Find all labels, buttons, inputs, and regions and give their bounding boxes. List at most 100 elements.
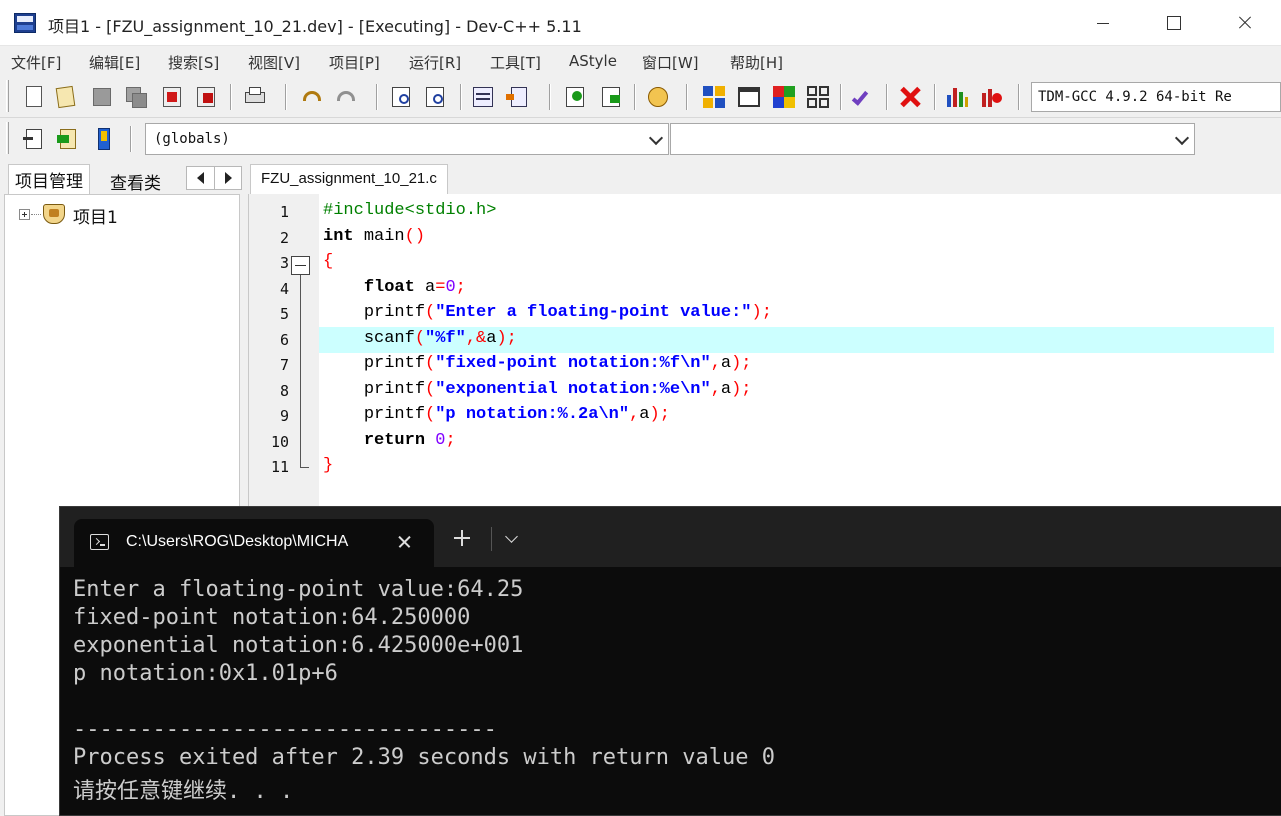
console-separator-line: -------------------------------- <box>73 717 497 742</box>
stop-execution-icon[interactable] <box>898 85 922 109</box>
chevron-down-icon <box>1174 130 1190 146</box>
unindent-icon[interactable] <box>505 85 529 109</box>
delete-profile-icon[interactable] <box>980 85 1004 109</box>
scope-combo[interactable]: (globals) <box>145 123 669 155</box>
line-number: 8 <box>279 382 289 400</box>
console-output-line: Enter a floating-point value:64.25 <box>73 577 524 602</box>
goto-declaration-icon[interactable] <box>22 127 46 151</box>
code-line: #include<stdio.h> <box>323 201 497 220</box>
console-tab-title: C:\Users\ROG\Desktop\MICHA <box>126 533 349 550</box>
tree-connector <box>31 214 41 215</box>
fold-guide-end <box>300 467 309 468</box>
project-icon <box>41 202 67 226</box>
tab-project-manager[interactable]: 项目管理 <box>8 164 90 194</box>
expand-icon[interactable] <box>19 209 30 220</box>
code-line: printf("exponential notation:%e\n",a); <box>363 380 752 399</box>
line-number: 1 <box>279 203 289 221</box>
console-tab-bar: C:\Users\ROG\Desktop\MICHA <box>60 507 1281 567</box>
compile-icon[interactable] <box>702 85 726 109</box>
redo-icon[interactable] <box>334 85 358 109</box>
line-number: 5 <box>279 305 289 323</box>
toolbar-separator <box>934 84 936 110</box>
menu-help[interactable]: 帮助[H] <box>730 52 783 73</box>
add-to-project-icon[interactable] <box>564 85 588 109</box>
toolbar-separator <box>230 84 232 110</box>
editor-tab-bar: FZU_assignment_10_21.c <box>248 160 1281 194</box>
menu-project[interactable]: 项目[P] <box>329 52 380 73</box>
code-line: printf("fixed-point notation:%f\n",a); <box>363 354 752 373</box>
fold-collapse-icon[interactable] <box>291 256 310 275</box>
code-line: { <box>323 252 334 271</box>
console-output-line: p notation:0x1.01p+6 <box>73 661 338 686</box>
console-output-line: fixed-point notation:64.250000 <box>73 605 471 630</box>
panel-tab-scroller[interactable] <box>186 166 242 190</box>
replace-icon[interactable] <box>424 85 448 109</box>
line-number: 4 <box>279 280 289 298</box>
member-combo[interactable] <box>670 123 1195 155</box>
menu-astyle[interactable]: AStyle <box>569 52 617 70</box>
maximize-button[interactable] <box>1138 0 1208 46</box>
indent-icon[interactable] <box>471 85 495 109</box>
code-line: } <box>323 456 334 475</box>
menu-window[interactable]: 窗口[W] <box>642 52 699 73</box>
toolbar-separator <box>460 84 462 110</box>
line-number: 6 <box>279 331 289 349</box>
syntax-check-icon[interactable] <box>851 85 876 109</box>
new-tab-plus-icon[interactable] <box>454 529 472 547</box>
menu-run[interactable]: 运行[R] <box>409 52 461 73</box>
toolbar-separator <box>686 84 688 110</box>
menu-tools[interactable]: 工具[T] <box>490 52 541 73</box>
console-press-any-key: 请按任意键继续. . . <box>73 779 294 804</box>
close-button[interactable] <box>1209 0 1279 46</box>
compile-run-icon[interactable] <box>772 85 796 109</box>
tab-class-browser[interactable]: 查看类 <box>104 167 167 197</box>
menu-view[interactable]: 视图[V] <box>248 52 300 73</box>
save-icon[interactable] <box>90 85 114 109</box>
code-line: return 0; <box>363 431 456 450</box>
toolbar-separator <box>1018 84 1020 110</box>
rebuild-all-icon[interactable] <box>806 85 830 109</box>
code-line: scanf("%f",&a); <box>363 329 517 348</box>
close-file-icon[interactable] <box>160 85 184 109</box>
tab-divider <box>491 527 492 551</box>
print-icon[interactable] <box>243 85 267 109</box>
save-all-icon[interactable] <box>124 85 148 109</box>
goto-definition-icon[interactable] <box>56 127 80 151</box>
close-icon[interactable] <box>394 531 416 553</box>
tree-item-project1[interactable]: 项目1 <box>73 203 118 228</box>
run-icon[interactable] <box>737 85 761 109</box>
chevron-down-icon[interactable] <box>505 530 518 543</box>
arrow-left-icon[interactable] <box>197 172 204 184</box>
line-number: 10 <box>270 433 289 451</box>
arrow-right-icon[interactable] <box>225 172 232 184</box>
minimize-button[interactable] <box>1068 0 1138 46</box>
open-file-icon[interactable] <box>54 85 78 109</box>
menu-search[interactable]: 搜索[S] <box>168 52 219 73</box>
console-output-line: exponential notation:6.425000e+001 <box>73 633 524 658</box>
toolbar-grip[interactable] <box>6 80 9 112</box>
terminal-icon <box>90 534 109 550</box>
line-number: 3 <box>279 254 289 272</box>
console-tab[interactable]: C:\Users\ROG\Desktop\MICHA <box>74 519 434 567</box>
console-exit-status: Process exited after 2.39 seconds with r… <box>73 745 775 770</box>
menu-edit[interactable]: 编辑[E] <box>89 52 140 73</box>
fold-guide <box>300 275 301 468</box>
close-all-icon[interactable] <box>195 85 219 109</box>
undo-icon[interactable] <box>300 85 324 109</box>
project-options-icon[interactable] <box>646 85 670 109</box>
menu-file[interactable]: 文件[F] <box>11 52 61 73</box>
toolbar-grip[interactable] <box>6 122 9 154</box>
scope-combo-value: (globals) <box>154 131 230 147</box>
tab-source-file[interactable]: FZU_assignment_10_21.c <box>250 164 448 194</box>
toolbar-separator <box>634 84 636 110</box>
new-file-icon[interactable] <box>22 85 46 109</box>
profile-icon[interactable] <box>945 85 969 109</box>
console-window: C:\Users\ROG\Desktop\MICHA Enter a float… <box>59 506 1281 816</box>
find-icon[interactable] <box>390 85 414 109</box>
window-title: 项目1 - [FZU_assignment_10_21.dev] - [Exec… <box>48 17 582 36</box>
toolbar-separator <box>549 84 551 110</box>
title-bar: 项目1 - [FZU_assignment_10_21.dev] - [Exec… <box>0 0 1281 46</box>
compiler-select[interactable]: TDM-GCC 4.9.2 64-bit Re <box>1031 82 1281 112</box>
remove-from-project-icon[interactable] <box>600 85 624 109</box>
bookmark-icon[interactable] <box>92 127 116 151</box>
